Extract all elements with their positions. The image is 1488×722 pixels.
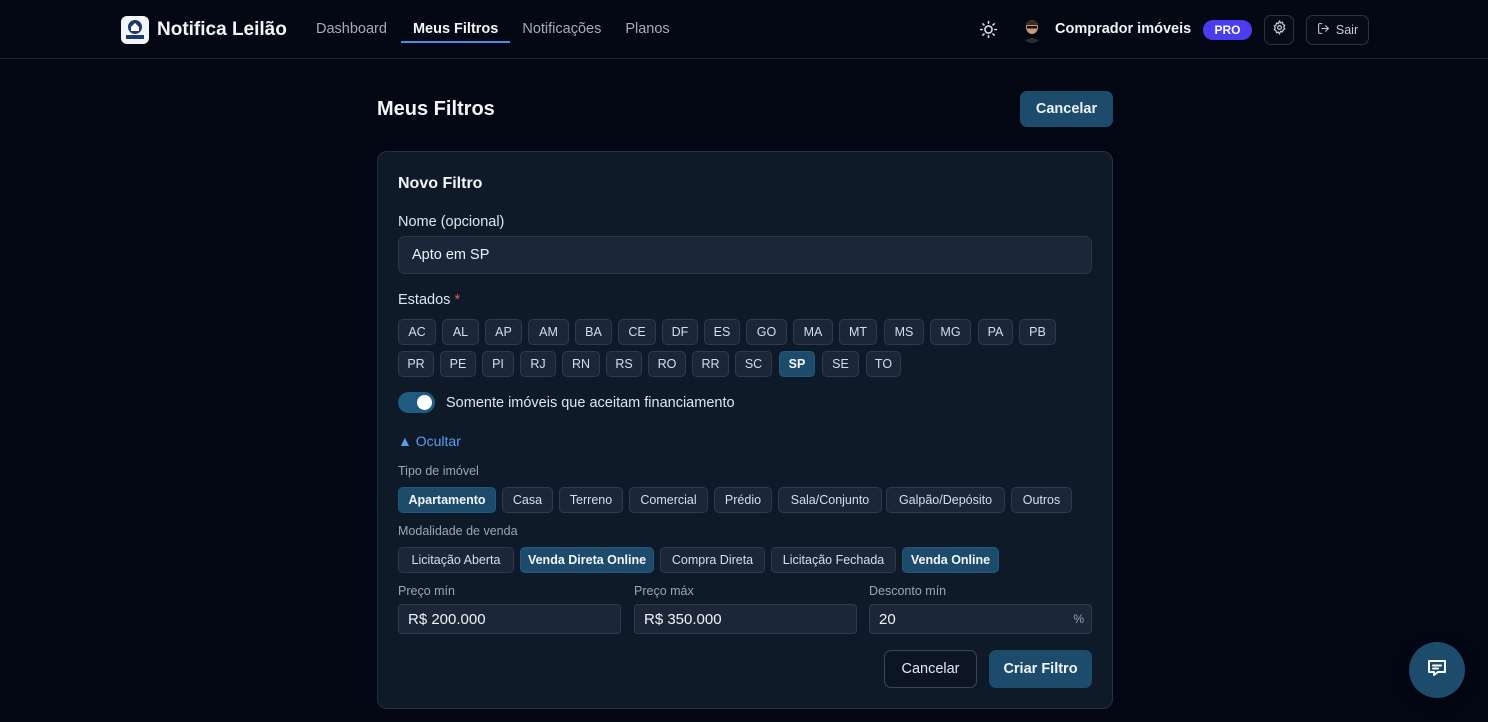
financing-label: Somente imóveis que aceitam financiament…: [446, 395, 735, 411]
discount-min-value: 20: [879, 610, 896, 628]
price-max-input[interactable]: R$ 350.000: [634, 604, 857, 634]
nav-notificacoes[interactable]: Notificações: [510, 0, 613, 59]
state-chip-ro[interactable]: RO: [648, 351, 686, 377]
state-chip-ma[interactable]: MA: [793, 319, 833, 345]
mode-chip-venda-direta-online[interactable]: Venda Direta Online: [520, 547, 654, 573]
card-title: Novo Filtro: [398, 175, 483, 192]
filter-name-input[interactable]: Apto em SP: [398, 236, 1092, 274]
state-chip-pe[interactable]: PE: [440, 351, 476, 377]
type-chip-apartamento[interactable]: Apartamento: [398, 487, 496, 513]
states-label: Estados *: [398, 292, 460, 308]
brand-name: Notifica Leilão: [157, 19, 287, 40]
state-chip-rn[interactable]: RN: [562, 351, 600, 377]
logout-button[interactable]: Sair: [1306, 15, 1369, 45]
nav-dashboard[interactable]: Dashboard: [304, 0, 399, 59]
sale-mode-label: Modalidade de venda: [398, 524, 518, 538]
create-filter-button[interactable]: Criar Filtro: [989, 650, 1092, 688]
chat-button[interactable]: [1409, 642, 1465, 698]
type-chip-outros[interactable]: Outros: [1011, 487, 1072, 513]
main-nav: Dashboard Meus Filtros Notificações Plan…: [304, 0, 682, 59]
type-chip-casa[interactable]: Casa: [502, 487, 553, 513]
logout-icon: [1317, 22, 1330, 38]
type-chip-comercial[interactable]: Comercial: [629, 487, 708, 513]
state-chip-rj[interactable]: RJ: [520, 351, 556, 377]
state-chip-ba[interactable]: BA: [575, 319, 612, 345]
required-mark: *: [454, 292, 461, 308]
state-chip-df[interactable]: DF: [662, 319, 698, 345]
type-chip-galpao-deposito[interactable]: Galpão/Depósito: [886, 487, 1005, 513]
states-label-text: Estados: [398, 292, 451, 308]
brand[interactable]: Notifica Leilão: [121, 16, 287, 44]
state-chip-ms[interactable]: MS: [884, 319, 924, 345]
financing-toggle[interactable]: [398, 392, 435, 413]
percent-suffix: %: [1073, 612, 1084, 626]
state-chip-mg[interactable]: MG: [930, 319, 971, 345]
nav-planos[interactable]: Planos: [613, 0, 681, 59]
discount-min-label: Desconto mín: [869, 584, 947, 598]
property-type-label: Tipo de imóvel: [398, 464, 479, 478]
price-max-label: Preço máx: [634, 584, 694, 598]
theme-toggle-sun-icon[interactable]: [979, 20, 998, 39]
mode-chip-licitacao-fechada[interactable]: Licitação Fechada: [771, 547, 896, 573]
page-title: Meus Filtros: [377, 98, 495, 120]
state-chip-rs[interactable]: RS: [606, 351, 642, 377]
mode-chip-licitacao-aberta[interactable]: Licitação Aberta: [398, 547, 514, 573]
discount-min-input[interactable]: 20 %: [869, 604, 1092, 634]
mode-chip-venda-online[interactable]: Venda Online: [902, 547, 999, 573]
nav-meus-filtros[interactable]: Meus Filtros: [400, 0, 511, 59]
top-navbar: Notifica Leilão Dashboard Meus Filtros N…: [0, 0, 1488, 59]
brand-logo-icon: [121, 16, 149, 44]
user-name: Comprador imóveis: [1055, 21, 1192, 37]
state-chip-pi[interactable]: PI: [482, 351, 514, 377]
type-chip-sala-conjunto[interactable]: Sala/Conjunto: [778, 487, 882, 513]
plan-badge: PRO: [1203, 20, 1252, 40]
settings-button[interactable]: [1264, 15, 1294, 45]
state-chip-al[interactable]: AL: [442, 319, 479, 345]
type-chip-terreno[interactable]: Terreno: [559, 487, 623, 513]
state-chip-ce[interactable]: CE: [618, 319, 656, 345]
price-min-label: Preço mín: [398, 584, 455, 598]
state-chip-es[interactable]: ES: [704, 319, 740, 345]
state-chip-ac[interactable]: AC: [398, 319, 436, 345]
state-chip-sp[interactable]: SP: [779, 351, 815, 377]
form-cancel-button[interactable]: Cancelar: [884, 650, 977, 688]
state-chip-sc[interactable]: SC: [735, 351, 772, 377]
page-cancel-button[interactable]: Cancelar: [1020, 91, 1113, 127]
state-chip-pr[interactable]: PR: [398, 351, 434, 377]
mode-chip-compra-direta[interactable]: Compra Direta: [660, 547, 765, 573]
state-chip-to[interactable]: TO: [866, 351, 901, 377]
state-chip-ap[interactable]: AP: [485, 319, 522, 345]
state-chip-pa[interactable]: PA: [978, 319, 1013, 345]
type-chip-predio[interactable]: Prédio: [714, 487, 772, 513]
gear-icon: [1272, 20, 1287, 40]
state-chip-pb[interactable]: PB: [1019, 319, 1056, 345]
new-filter-card: Novo Filtro Nome (opcional) Apto em SP E…: [377, 151, 1113, 709]
hide-advanced-link[interactable]: ▲ Ocultar: [398, 433, 461, 449]
name-label: Nome (opcional): [398, 214, 505, 230]
user-avatar[interactable]: [1020, 17, 1044, 43]
logout-label: Sair: [1335, 23, 1359, 37]
state-chip-mt[interactable]: MT: [839, 319, 877, 345]
state-chip-am[interactable]: AM: [528, 319, 569, 345]
state-chip-go[interactable]: GO: [746, 319, 787, 345]
state-chip-se[interactable]: SE: [822, 351, 859, 377]
price-min-input[interactable]: R$ 200.000: [398, 604, 621, 634]
chat-icon: [1425, 656, 1449, 685]
state-chip-rr[interactable]: RR: [692, 351, 729, 377]
